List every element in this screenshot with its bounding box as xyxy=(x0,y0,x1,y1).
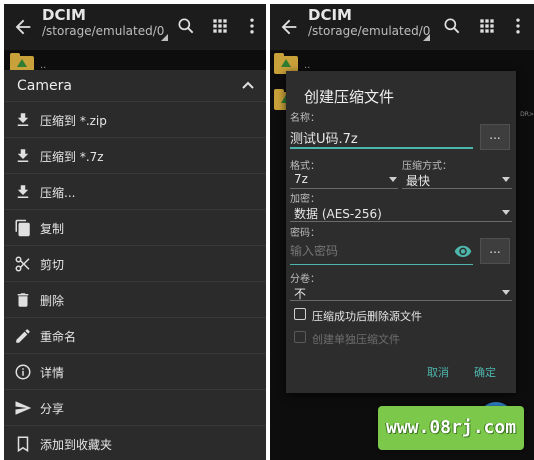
info-icon xyxy=(15,364,31,380)
more-vert-icon[interactable] xyxy=(242,16,262,36)
grid-view-icon[interactable] xyxy=(477,16,497,36)
method-label: 压缩方式： xyxy=(402,161,452,172)
left-file-panel: DCIM /storage/emulated/0 .. Camera 压缩到 *… xyxy=(4,4,266,460)
method-dropdown-icon[interactable] xyxy=(502,177,510,182)
dialog-title: 创建压缩文件 xyxy=(304,88,395,106)
parent-folder-label: .. xyxy=(304,60,311,71)
menu-item-label: 添加到收藏夹 xyxy=(40,438,113,452)
app-bar: DCIM /storage/emulated/0 xyxy=(4,4,266,50)
single-archive-label: 创建单独压缩文件 xyxy=(312,333,400,346)
password-options-button[interactable]: ... xyxy=(480,238,510,264)
menu-item-cut[interactable]: 剪切 xyxy=(4,246,266,282)
copy-icon xyxy=(15,219,30,237)
site-watermark: www.08rj.com xyxy=(378,406,524,450)
encryption-dropdown-icon[interactable] xyxy=(502,210,510,215)
single-archive-checkbox xyxy=(294,331,306,343)
format-select[interactable]: 7z xyxy=(294,172,308,186)
app-bar-path: /storage/emulated/0 xyxy=(308,24,431,38)
context-menu: Camera 压缩到 *.zip 压缩到 *.7z 压缩... 复制 剪切 删除 xyxy=(4,70,266,460)
split-label: 分卷： xyxy=(290,274,320,285)
password-label: 密码： xyxy=(290,228,320,239)
menu-item-details[interactable]: 详情 xyxy=(4,354,266,390)
delete-source-label: 压缩成功后删除源文件 xyxy=(312,310,422,323)
encryption-select[interactable]: 数据 (AES-256) xyxy=(294,205,382,222)
cancel-button[interactable]: 取消 xyxy=(427,364,449,380)
menu-item-compress-zip[interactable]: 压缩到 *.zip xyxy=(4,102,266,138)
archive-name-input[interactable]: 测试U码.7z xyxy=(290,128,358,147)
grid-view-icon[interactable] xyxy=(210,16,230,36)
menu-item-label: 重命名 xyxy=(40,330,77,344)
menu-item-compress[interactable]: 压缩... xyxy=(4,174,266,210)
path-dropdown-corner-icon[interactable] xyxy=(161,34,168,41)
watermark-text: www.08rj.com xyxy=(386,417,517,438)
send-icon xyxy=(15,401,32,415)
menu-item-rename[interactable]: 重命名 xyxy=(4,318,266,354)
path-dropdown-corner-icon[interactable] xyxy=(423,34,430,41)
app-bar-title: DCIM xyxy=(308,6,352,24)
delete-source-checkbox[interactable] xyxy=(294,308,306,320)
download-icon xyxy=(17,185,29,198)
menu-item-label: 剪切 xyxy=(40,258,65,272)
split-dropdown-icon[interactable] xyxy=(502,290,510,295)
compression-method-select[interactable]: 最快 xyxy=(406,172,430,189)
menu-item-label: 压缩... xyxy=(40,186,76,200)
context-menu-header: Camera xyxy=(4,70,266,102)
format-label: 格式： xyxy=(290,161,320,172)
download-icon xyxy=(17,149,29,162)
encrypt-label: 加密： xyxy=(290,194,320,205)
menu-item-label: 详情 xyxy=(40,366,65,380)
right-file-panel: DCIM /storage/emulated/0 .. DR> 创建压缩文件 名… xyxy=(270,4,534,460)
menu-item-label: 复制 xyxy=(40,222,65,236)
name-label: 名称： xyxy=(290,113,320,124)
menu-item-copy[interactable]: 复制 xyxy=(4,210,266,246)
split-underline xyxy=(290,300,512,301)
chevron-up-icon[interactable] xyxy=(242,80,254,90)
search-icon[interactable] xyxy=(176,16,196,36)
menu-item-label: 分享 xyxy=(40,402,65,416)
format-dropdown-icon[interactable] xyxy=(389,177,397,182)
back-arrow-icon[interactable] xyxy=(12,16,34,38)
menu-item-label: 压缩到 *.7z xyxy=(40,150,104,164)
context-menu-title: Camera xyxy=(17,78,72,94)
menu-item-delete[interactable]: 删除 xyxy=(4,282,266,318)
format-underline xyxy=(290,188,398,189)
app-bar: DCIM /storage/emulated/0 xyxy=(270,4,534,50)
app-bar-path: /storage/emulated/0 xyxy=(42,24,165,38)
trash-icon xyxy=(17,293,29,307)
menu-item-label: 压缩到 *.zip xyxy=(40,114,107,128)
pencil-icon xyxy=(16,329,30,343)
download-icon xyxy=(17,113,29,126)
back-arrow-icon[interactable] xyxy=(278,16,300,38)
password-underline xyxy=(290,264,473,265)
name-input-underline xyxy=(290,147,473,149)
more-vert-icon[interactable] xyxy=(508,16,528,36)
menu-item-share[interactable]: 分享 xyxy=(4,390,266,426)
menu-item-add-bookmark[interactable]: 添加到收藏夹 xyxy=(4,426,266,460)
scissors-icon xyxy=(15,256,30,272)
menu-item-label: 删除 xyxy=(40,294,65,308)
create-archive-dialog: 创建压缩文件 名称： 测试U码.7z ... 格式： 7z 压缩方式： 最快 加… xyxy=(286,71,516,393)
app-bar-title: DCIM xyxy=(42,6,86,24)
encryption-underline xyxy=(290,221,512,222)
browse-name-button[interactable]: ... xyxy=(480,124,510,150)
folder-side-label: DR> xyxy=(520,111,534,118)
eye-visibility-icon[interactable] xyxy=(454,242,472,260)
menu-item-compress-7z[interactable]: 压缩到 *.7z xyxy=(4,138,266,174)
method-underline xyxy=(402,188,512,189)
password-input[interactable] xyxy=(290,241,450,261)
search-icon[interactable] xyxy=(442,16,462,36)
ok-button[interactable]: 确定 xyxy=(474,364,496,380)
bookmark-icon xyxy=(17,436,29,453)
